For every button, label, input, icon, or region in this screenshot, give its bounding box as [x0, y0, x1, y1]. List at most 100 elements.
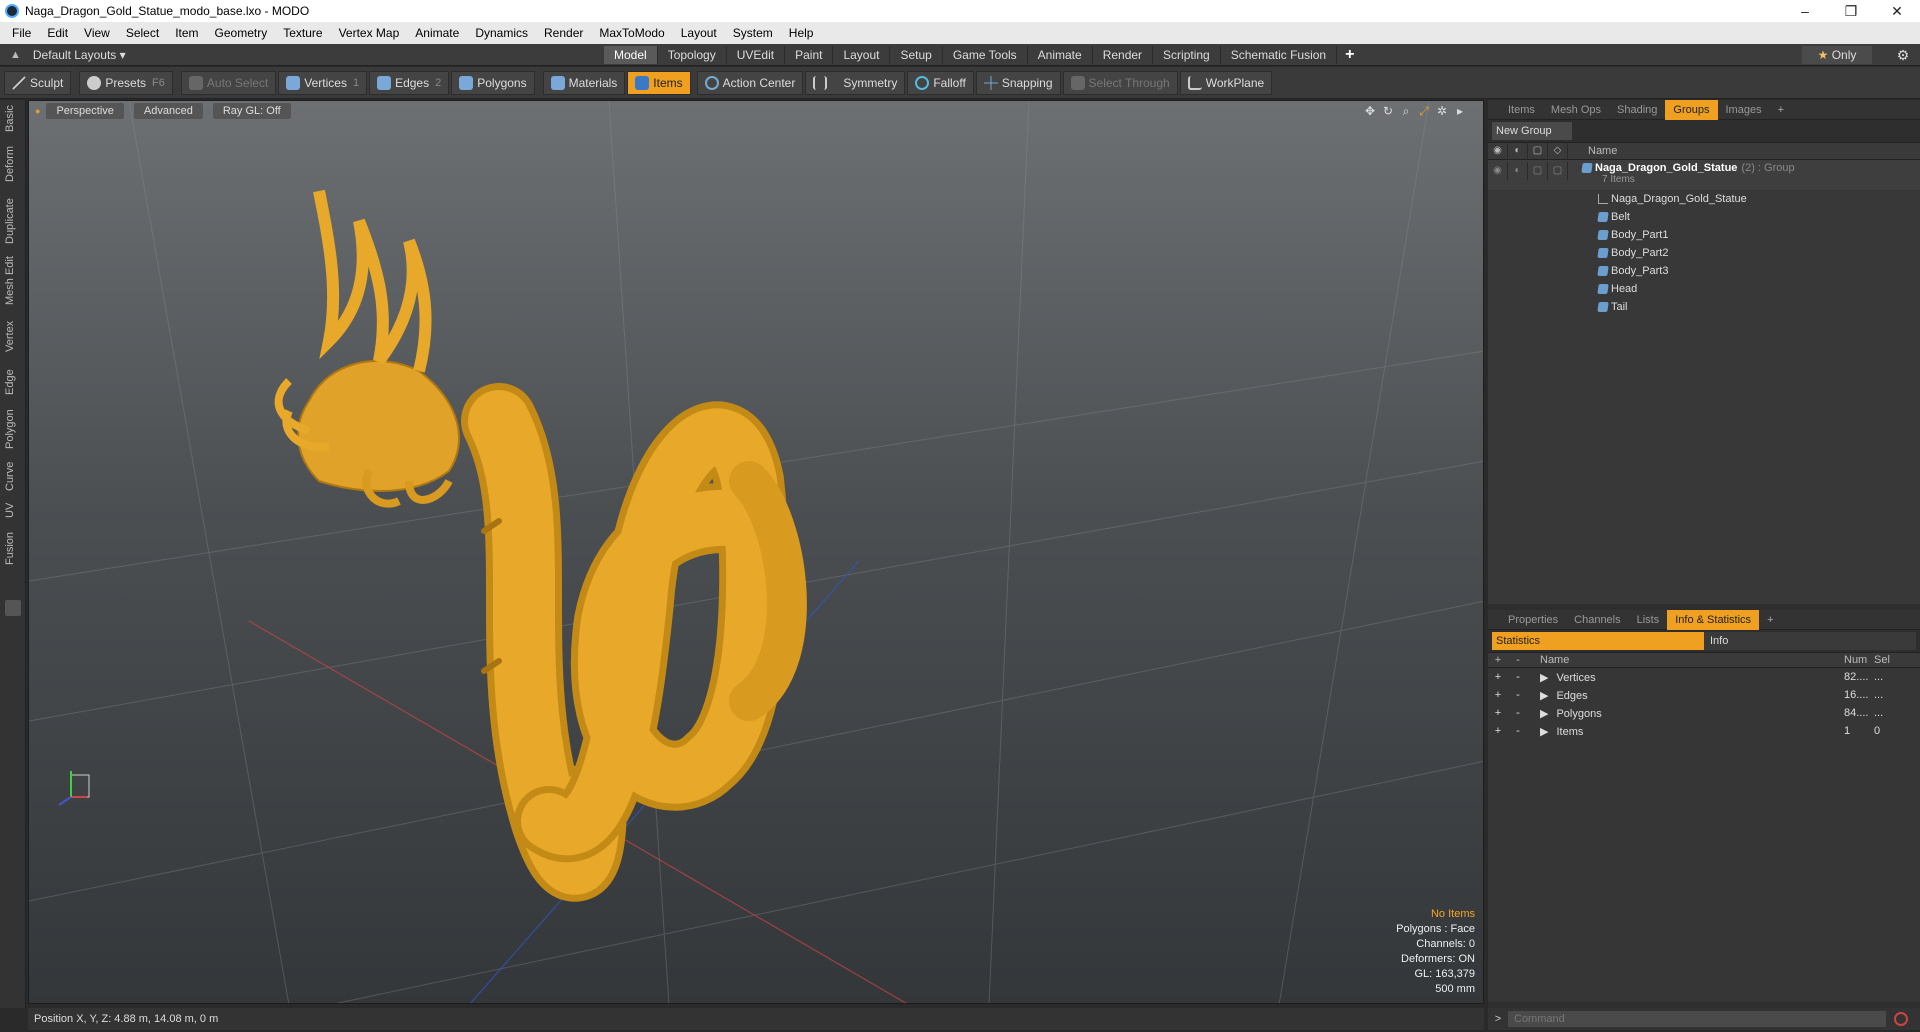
render-icon[interactable]: ◐	[1508, 142, 1528, 160]
group-select-checkbox[interactable]: ▢	[1548, 162, 1568, 180]
3d-viewport[interactable]: ● Perspective Advanced Ray GL: Off ✥ ↻ ⌕…	[28, 100, 1484, 1004]
tab-info-statistics[interactable]: Info & Statistics	[1667, 609, 1760, 630]
raygl-button[interactable]: Ray GL: Off	[212, 103, 291, 119]
menu-maxtomodo[interactable]: MaxToModo	[591, 26, 672, 40]
menu-edit[interactable]: Edit	[39, 26, 76, 40]
command-input[interactable]	[1508, 1011, 1886, 1027]
tab-paint[interactable]: Paint	[785, 46, 834, 64]
shading-advanced-button[interactable]: Advanced	[133, 103, 203, 119]
group-child-row[interactable]: Body_Part3	[1488, 262, 1920, 280]
tab-uvedit[interactable]: UVEdit	[727, 46, 786, 64]
tab-layout[interactable]: Layout	[833, 46, 891, 64]
menu-geometry[interactable]: Geometry	[207, 26, 276, 40]
edges-button[interactable]: Edges 2	[369, 70, 450, 95]
row-add-icon[interactable]: +	[1488, 671, 1508, 683]
table-row[interactable]: + - ▶ Polygons 84.... ...	[1488, 704, 1920, 722]
vertices-button[interactable]: Vertices 1	[278, 70, 368, 95]
tab-model[interactable]: Model	[604, 46, 658, 64]
menu-select[interactable]: Select	[118, 26, 167, 40]
remove-column-icon[interactable]: -	[1508, 654, 1528, 666]
default-layouts-dropdown[interactable]: ▲ Default Layouts ▾	[10, 48, 126, 62]
expand-triangle-icon[interactable]: ▶	[1540, 690, 1548, 702]
viewport-settings-icon[interactable]: ✲	[1435, 104, 1449, 118]
group-render-icon[interactable]: ◐	[1508, 162, 1528, 180]
row-remove-icon[interactable]: -	[1508, 689, 1528, 701]
strip-tab-uv[interactable]: UV	[4, 500, 22, 520]
menu-layout[interactable]: Layout	[673, 26, 725, 40]
zoom-icon[interactable]: ⌕	[1399, 104, 1413, 118]
maximize-button[interactable]: ❐	[1828, 0, 1874, 22]
workplane-button[interactable]: WorkPlane	[1179, 70, 1273, 95]
minimize-button[interactable]: –	[1782, 0, 1828, 22]
add-stats-tab-button[interactable]: +	[1759, 610, 1781, 630]
dragon-model[interactable]	[461, 383, 807, 902]
rotate-icon[interactable]: ↻	[1381, 104, 1395, 118]
group-child-row[interactable]: Naga_Dragon_Gold_Statue	[1488, 190, 1920, 208]
fit-icon[interactable]: ⤢	[1417, 104, 1431, 118]
select-through-button[interactable]: Select Through	[1062, 70, 1178, 95]
menu-help[interactable]: Help	[781, 26, 822, 40]
viewport-menu-icon[interactable]: ●	[35, 106, 40, 116]
add-panel-tab-button[interactable]: +	[1770, 100, 1792, 120]
group-visibility-icon[interactable]: ◉	[1488, 162, 1508, 180]
tab-channels[interactable]: Channels	[1566, 610, 1628, 630]
group-child-row[interactable]: Belt	[1488, 208, 1920, 226]
expand-triangle-icon[interactable]: ▶	[1540, 726, 1548, 738]
gear-icon[interactable]: ⚙	[1894, 46, 1912, 64]
group-child-row[interactable]: Body_Part2	[1488, 244, 1920, 262]
tab-images[interactable]: Images	[1718, 100, 1770, 120]
viewport-more-icon[interactable]: ▸	[1453, 104, 1467, 118]
group-child-row[interactable]: Head	[1488, 280, 1920, 298]
sculpt-button[interactable]: Sculpt	[4, 70, 72, 95]
menu-vertex-map[interactable]: Vertex Map	[331, 26, 408, 40]
view-perspective-button[interactable]: Perspective	[46, 103, 124, 119]
menu-render[interactable]: Render	[536, 26, 591, 40]
strip-tab-edge[interactable]: Edge	[4, 364, 22, 400]
strip-tab-mesh-edit[interactable]: Mesh Edit	[4, 256, 22, 306]
strip-tab-basic[interactable]: Basic	[4, 104, 22, 134]
table-row[interactable]: + - ▶ Vertices 82.... ...	[1488, 668, 1920, 686]
strip-tab-curve[interactable]: Curve	[4, 458, 22, 494]
group-row[interactable]: ◉ ◐ ▢ ▢ Naga_Dragon_Gold_Statue (2) : Gr…	[1488, 160, 1920, 190]
tab-render[interactable]: Render	[1093, 46, 1154, 64]
info-tab[interactable]: Info	[1704, 632, 1916, 650]
items-button[interactable]: Items	[627, 70, 691, 95]
strip-tab-deform[interactable]: Deform	[4, 144, 22, 184]
presets-button[interactable]: Presets F6	[79, 70, 173, 95]
row-remove-icon[interactable]: -	[1508, 707, 1528, 719]
tab-topology[interactable]: Topology	[658, 46, 727, 64]
tab-scripting[interactable]: Scripting	[1153, 46, 1221, 64]
pan-icon[interactable]: ✥	[1363, 104, 1377, 118]
expand-triangle-icon[interactable]: ▶	[1540, 672, 1548, 684]
dragon-head[interactable]	[274, 189, 460, 508]
only-toggle-button[interactable]: ★ Only	[1802, 46, 1872, 64]
action-center-button[interactable]: Action Center	[696, 70, 804, 95]
expand-triangle-icon[interactable]: ▶	[1540, 708, 1548, 720]
symmetry-button[interactable]: Symmetry	[805, 70, 906, 95]
row-remove-icon[interactable]: -	[1508, 725, 1528, 737]
menu-item[interactable]: Item	[167, 26, 206, 40]
strip-expand-button[interactable]	[5, 600, 21, 616]
tab-game-tools[interactable]: Game Tools	[943, 46, 1028, 64]
menu-file[interactable]: File	[4, 26, 39, 40]
lock-icon[interactable]: ▢	[1528, 142, 1548, 160]
tab-groups[interactable]: Groups	[1665, 99, 1718, 120]
tab-animate[interactable]: Animate	[1028, 46, 1093, 64]
strip-tab-duplicate[interactable]: Duplicate	[4, 196, 22, 246]
strip-tab-fusion[interactable]: Fusion	[4, 528, 22, 568]
row-remove-icon[interactable]: -	[1508, 671, 1528, 683]
tab-properties[interactable]: Properties	[1500, 610, 1566, 630]
table-row[interactable]: + - ▶ Edges 16.... ...	[1488, 686, 1920, 704]
tab-mesh-ops[interactable]: Mesh Ops	[1543, 100, 1609, 120]
group-child-row[interactable]: Tail	[1488, 298, 1920, 316]
record-macro-icon[interactable]	[1894, 1012, 1908, 1026]
tab-schematic-fusion[interactable]: Schematic Fusion	[1221, 46, 1338, 64]
row-add-icon[interactable]: +	[1488, 689, 1508, 701]
polygons-button[interactable]: Polygons	[451, 70, 535, 95]
tab-setup[interactable]: Setup	[890, 46, 943, 64]
row-add-icon[interactable]: +	[1488, 707, 1508, 719]
menu-system[interactable]: System	[725, 26, 781, 40]
materials-button[interactable]: Materials	[542, 70, 626, 95]
snapping-button[interactable]: Snapping	[975, 70, 1061, 95]
menu-texture[interactable]: Texture	[275, 26, 330, 40]
